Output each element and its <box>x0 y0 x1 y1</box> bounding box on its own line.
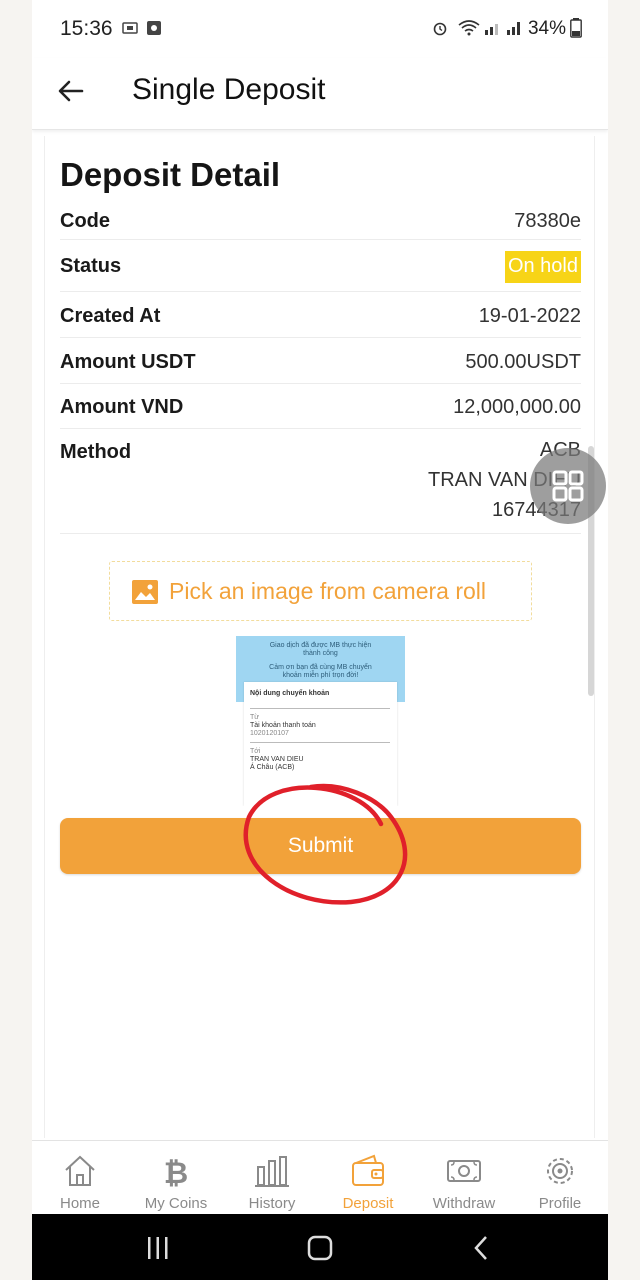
nav-my-coins[interactable]: ₿ My Coins <box>128 1141 224 1215</box>
battery-icon <box>570 18 582 38</box>
battery-percent: 34% <box>527 18 566 39</box>
home-icon <box>65 1155 95 1186</box>
cash-icon <box>447 1160 481 1182</box>
row-created-at: Created At 19-01-2022 <box>60 305 581 338</box>
preview-line-2: thành công <box>303 650 338 657</box>
nav-home[interactable]: Home <box>32 1141 128 1215</box>
usdt-value: 500.00USDT <box>465 351 581 373</box>
phone-screen: 15:36 34% Single Deposit Deposit Detail … <box>32 0 608 1280</box>
floating-assistive-button[interactable] <box>530 448 606 524</box>
signal-icon-1 <box>485 24 498 35</box>
code-label: Code <box>60 210 110 232</box>
status-label: Status <box>60 255 122 277</box>
row-method: Method ACB TRAN VAN DIEU 16744317 <box>60 439 581 534</box>
preview-line-1: Giao dịch đã được MB thực hiện <box>269 642 372 649</box>
nav-withdraw[interactable]: Withdraw <box>416 1141 512 1215</box>
preview-section: Nội dung chuyển khoản <box>250 690 330 697</box>
row-status: Status On hold <box>60 251 581 292</box>
usdt-label: Amount USDT <box>60 351 196 373</box>
receipt-preview-image[interactable]: Giao dịch đã được MB thực hiện thành côn… <box>236 636 405 806</box>
method-label: Method <box>60 441 132 463</box>
preview-to-label: Tới <box>250 748 261 755</box>
gear-icon <box>547 1158 573 1184</box>
recent-apps-icon[interactable] <box>144 1234 172 1262</box>
nav-profile-label: Profile <box>538 1195 582 1212</box>
created-value: 19-01-2022 <box>478 305 581 327</box>
preview-divider-2 <box>250 742 390 743</box>
wallet-icon <box>352 1154 384 1186</box>
preview-from-label: Từ <box>250 714 259 721</box>
preview-to-bank: Á Châu (ACB) <box>250 764 295 771</box>
bitcoin-icon: ₿ <box>164 1156 188 1189</box>
status-bar: 15:36 34% <box>32 0 608 58</box>
vnd-value: 12,000,000.00 <box>453 396 581 418</box>
bottom-navigation: Home ₿ My Coins History Deposit Withdraw… <box>32 1140 608 1214</box>
section-heading: Deposit Detail <box>60 156 281 193</box>
nav-my-coins-label: My Coins <box>144 1195 208 1212</box>
nav-deposit-label: Deposit <box>342 1195 394 1212</box>
wifi-icon <box>458 20 480 36</box>
home-button-icon[interactable] <box>306 1234 334 1262</box>
submit-button[interactable]: Submit <box>60 818 581 874</box>
preview-line-3: Cảm ơn bạn đã cùng MB chuyển <box>269 664 372 671</box>
back-button-icon[interactable] <box>468 1234 496 1262</box>
created-label: Created At <box>60 305 161 327</box>
nav-history-label: History <box>248 1195 296 1212</box>
app-notification-icon <box>147 21 161 35</box>
row-code: Code 78380e <box>60 210 581 240</box>
app-bar: Single Deposit <box>32 58 608 130</box>
preview-line-4: khoản miễn phí trọn đời! <box>282 672 359 679</box>
status-badge: On hold <box>504 251 581 283</box>
status-time: 15:36 <box>60 17 113 40</box>
page-title: Single Deposit <box>132 73 326 106</box>
image-icon <box>132 580 158 604</box>
system-navigation-bar <box>32 1214 608 1280</box>
alarm-icon <box>433 22 447 36</box>
preview-divider <box>250 708 390 709</box>
nav-profile[interactable]: Profile <box>512 1141 608 1215</box>
nav-withdraw-label: Withdraw <box>432 1195 496 1212</box>
nav-history[interactable]: History <box>224 1141 320 1215</box>
pick-image-label: Pick an image from camera roll <box>169 578 486 604</box>
row-amount-vnd: Amount VND 12,000,000.00 <box>60 396 581 429</box>
preview-from-value: Tài khoản thanh toán <box>250 722 316 729</box>
svg-text:₿: ₿ <box>164 1156 188 1189</box>
screenshot-icon <box>122 22 138 34</box>
grid-icon <box>552 470 584 502</box>
bar-chart-icon <box>255 1156 289 1187</box>
nav-home-label: Home <box>59 1195 100 1212</box>
deposit-detail-card: Deposit Detail Code 78380e Status On hol… <box>44 136 595 1138</box>
back-arrow-icon[interactable] <box>56 76 86 106</box>
preview-receipt-paper: Nội dung chuyển khoản Từ Tài khoản thanh… <box>244 682 397 806</box>
code-value: 78380e <box>514 210 581 232</box>
vnd-label: Amount VND <box>60 396 184 418</box>
signal-icon-2 <box>507 22 520 35</box>
pick-image-button[interactable]: Pick an image from camera roll <box>109 561 532 621</box>
preview-to-name: TRAN VAN DIEU <box>250 756 304 763</box>
row-amount-usdt: Amount USDT 500.00USDT <box>60 351 581 384</box>
preview-from-account: 1020120107 <box>250 730 289 737</box>
nav-deposit[interactable]: Deposit <box>320 1141 416 1215</box>
